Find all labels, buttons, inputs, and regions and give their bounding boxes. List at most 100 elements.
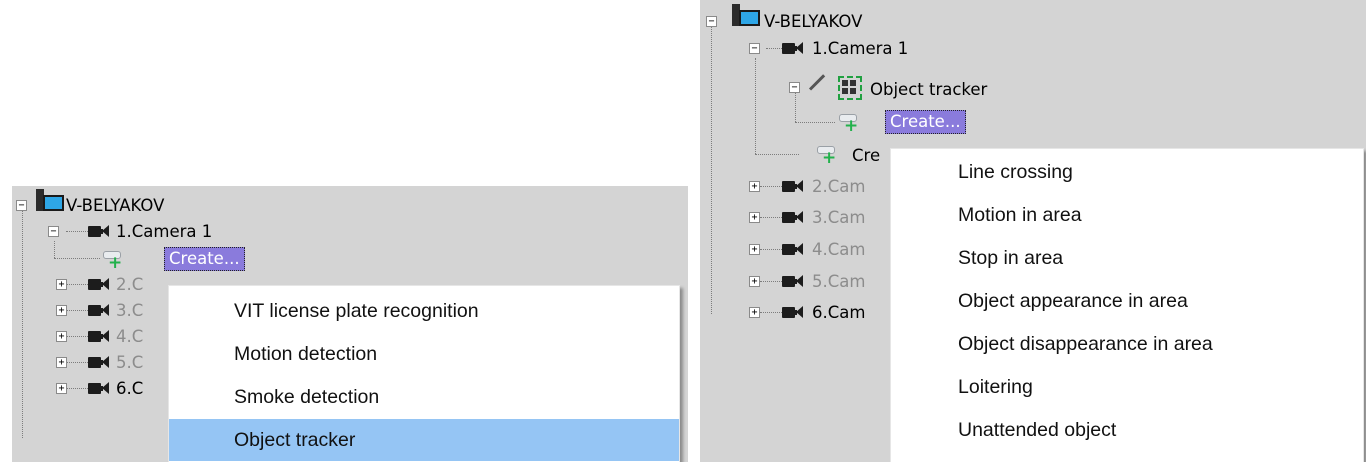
expand-toggle[interactable]: + bbox=[56, 331, 67, 342]
tree-item-camera-1[interactable]: 1.Camera 1 bbox=[116, 218, 212, 244]
object-tracker-icon bbox=[808, 74, 864, 100]
tree-item-camera-3[interactable]: 3.Cam bbox=[812, 204, 865, 230]
add-object-icon: + bbox=[816, 144, 836, 167]
menu-item-object-tracker[interactable]: Object tracker bbox=[169, 419, 679, 461]
camera-icon bbox=[782, 242, 804, 256]
menu-item-label: VIT license plate recognition bbox=[234, 299, 479, 322]
expand-toggle[interactable]: + bbox=[749, 181, 760, 192]
menu-item-motion-in-area[interactable]: Motion in area bbox=[891, 194, 1363, 236]
camera-1-label: 1.Camera 1 bbox=[812, 38, 909, 58]
camera-label: 6.Cam bbox=[812, 302, 866, 322]
collapse-toggle[interactable]: − bbox=[706, 16, 717, 27]
tree-connector bbox=[760, 186, 782, 187]
collapse-toggle[interactable]: − bbox=[48, 226, 59, 237]
create-item-selected[interactable]: Create... bbox=[164, 247, 245, 271]
tree-item-camera-4[interactable]: 4.C bbox=[116, 323, 143, 349]
tree-connector bbox=[795, 122, 835, 123]
right-tree-panel: − V-BELYAKOV − 1.Camera 1 − Object track… bbox=[700, 0, 1366, 462]
tree-connector bbox=[760, 249, 782, 250]
camera-label: 4.C bbox=[116, 326, 144, 346]
left-tree-panel: − V-BELYAKOV − 1.Camera 1 + Create... + … bbox=[12, 186, 688, 462]
expand-toggle[interactable]: + bbox=[749, 276, 760, 287]
create-label: Create... bbox=[890, 112, 961, 131]
add-object-icon: + bbox=[838, 112, 858, 135]
camera-icon bbox=[88, 224, 110, 238]
camera-icon bbox=[782, 210, 804, 224]
menu-item-label: Line crossing bbox=[958, 160, 1073, 183]
collapse-toggle[interactable]: − bbox=[749, 43, 760, 54]
tree-item-camera-3[interactable]: 3.C bbox=[116, 297, 143, 323]
tree-item-camera-6[interactable]: 6.Cam bbox=[812, 299, 865, 325]
menu-item-stop-in-area[interactable]: Stop in area bbox=[891, 237, 1363, 279]
menu-item-label: Motion in area bbox=[958, 203, 1082, 226]
tree-item-create[interactable]: Cre bbox=[852, 142, 880, 168]
camera-icon bbox=[88, 381, 110, 395]
menu-item-object-appearance[interactable]: Object appearance in area bbox=[891, 280, 1363, 322]
tree-connector bbox=[760, 281, 782, 282]
menu-item-unattended-object[interactable]: Unattended object bbox=[891, 409, 1363, 451]
tree-connector bbox=[760, 217, 782, 218]
tree-root-item[interactable]: V-BELYAKOV bbox=[66, 192, 164, 218]
tree-connector bbox=[760, 312, 782, 313]
tree-connector bbox=[66, 388, 88, 389]
tree-connector bbox=[66, 310, 88, 311]
tree-item-camera-5[interactable]: 5.Cam bbox=[812, 268, 865, 294]
add-object-icon: + bbox=[102, 249, 122, 272]
tree-connector bbox=[766, 48, 782, 49]
camera-label: 4.Cam bbox=[812, 239, 866, 259]
expand-toggle[interactable]: + bbox=[56, 357, 67, 368]
expand-toggle[interactable]: + bbox=[56, 279, 67, 290]
object-tracker-label: Object tracker bbox=[870, 79, 988, 99]
tree-item-object-tracker[interactable]: Object tracker bbox=[870, 76, 987, 102]
tree-connector bbox=[795, 92, 796, 122]
menu-item-label: Stop in area bbox=[958, 246, 1064, 269]
menu-item-object-disappearance[interactable]: Object disappearance in area bbox=[891, 323, 1363, 365]
tree-item-camera-4[interactable]: 4.Cam bbox=[812, 236, 865, 262]
tree-item-camera-6[interactable]: 6.C bbox=[116, 375, 143, 401]
tree-connector bbox=[54, 241, 55, 258]
menu-item-smoke-detection[interactable]: Smoke detection bbox=[169, 376, 679, 418]
menu-item-vit-license-plate[interactable]: VIT license plate recognition bbox=[169, 290, 679, 332]
menu-item-label: Object tracker bbox=[234, 428, 356, 451]
tree-item-camera-5[interactable]: 5.C bbox=[116, 349, 143, 375]
expand-toggle[interactable]: + bbox=[749, 307, 760, 318]
camera-label: 5.Cam bbox=[812, 271, 866, 291]
tree-item-camera-1[interactable]: 1.Camera 1 bbox=[812, 35, 908, 61]
tree-connector bbox=[66, 362, 88, 363]
create-label: Create... bbox=[169, 249, 240, 268]
camera-icon bbox=[88, 355, 110, 369]
expand-toggle[interactable]: + bbox=[56, 305, 67, 316]
tree-root-item[interactable]: V-BELYAKOV bbox=[764, 8, 862, 34]
tree-connector bbox=[755, 58, 756, 154]
tree-connector bbox=[66, 231, 88, 232]
menu-item-line-crossing[interactable]: Line crossing bbox=[891, 151, 1363, 193]
menu-item-label: Object disappearance in area bbox=[958, 332, 1213, 355]
menu-item-label: Unattended object bbox=[958, 418, 1117, 441]
expand-toggle[interactable]: + bbox=[749, 244, 760, 255]
tree-item-camera-2[interactable]: 2.C bbox=[116, 271, 143, 297]
camera-icon bbox=[782, 179, 804, 193]
collapse-toggle[interactable]: − bbox=[16, 200, 27, 211]
menu-item-loitering[interactable]: Loitering bbox=[891, 366, 1363, 408]
camera-icon bbox=[88, 303, 110, 317]
menu-item-label: Smoke detection bbox=[234, 385, 380, 408]
menu-item-label: Motion detection bbox=[234, 342, 378, 365]
camera-1-label: 1.Camera 1 bbox=[116, 221, 213, 241]
expand-toggle[interactable]: + bbox=[749, 212, 760, 223]
collapse-toggle[interactable]: − bbox=[789, 82, 800, 93]
menu-item-label: Loitering bbox=[958, 375, 1033, 398]
camera-icon bbox=[782, 305, 804, 319]
computer-icon bbox=[732, 4, 760, 28]
tree-item-camera-2[interactable]: 2.Cam bbox=[812, 173, 865, 199]
tree-connector bbox=[66, 284, 88, 285]
tree-connector bbox=[66, 336, 88, 337]
menu-item-motion-detection[interactable]: Motion detection bbox=[169, 333, 679, 375]
camera-icon bbox=[782, 274, 804, 288]
camera-label: 5.C bbox=[116, 352, 144, 372]
expand-toggle[interactable]: + bbox=[56, 383, 67, 394]
computer-icon bbox=[36, 189, 64, 213]
camera-icon bbox=[88, 277, 110, 291]
tree-root-label: V-BELYAKOV bbox=[764, 11, 863, 31]
tree-connector bbox=[711, 20, 712, 314]
create-item-selected[interactable]: Create... bbox=[885, 110, 966, 134]
